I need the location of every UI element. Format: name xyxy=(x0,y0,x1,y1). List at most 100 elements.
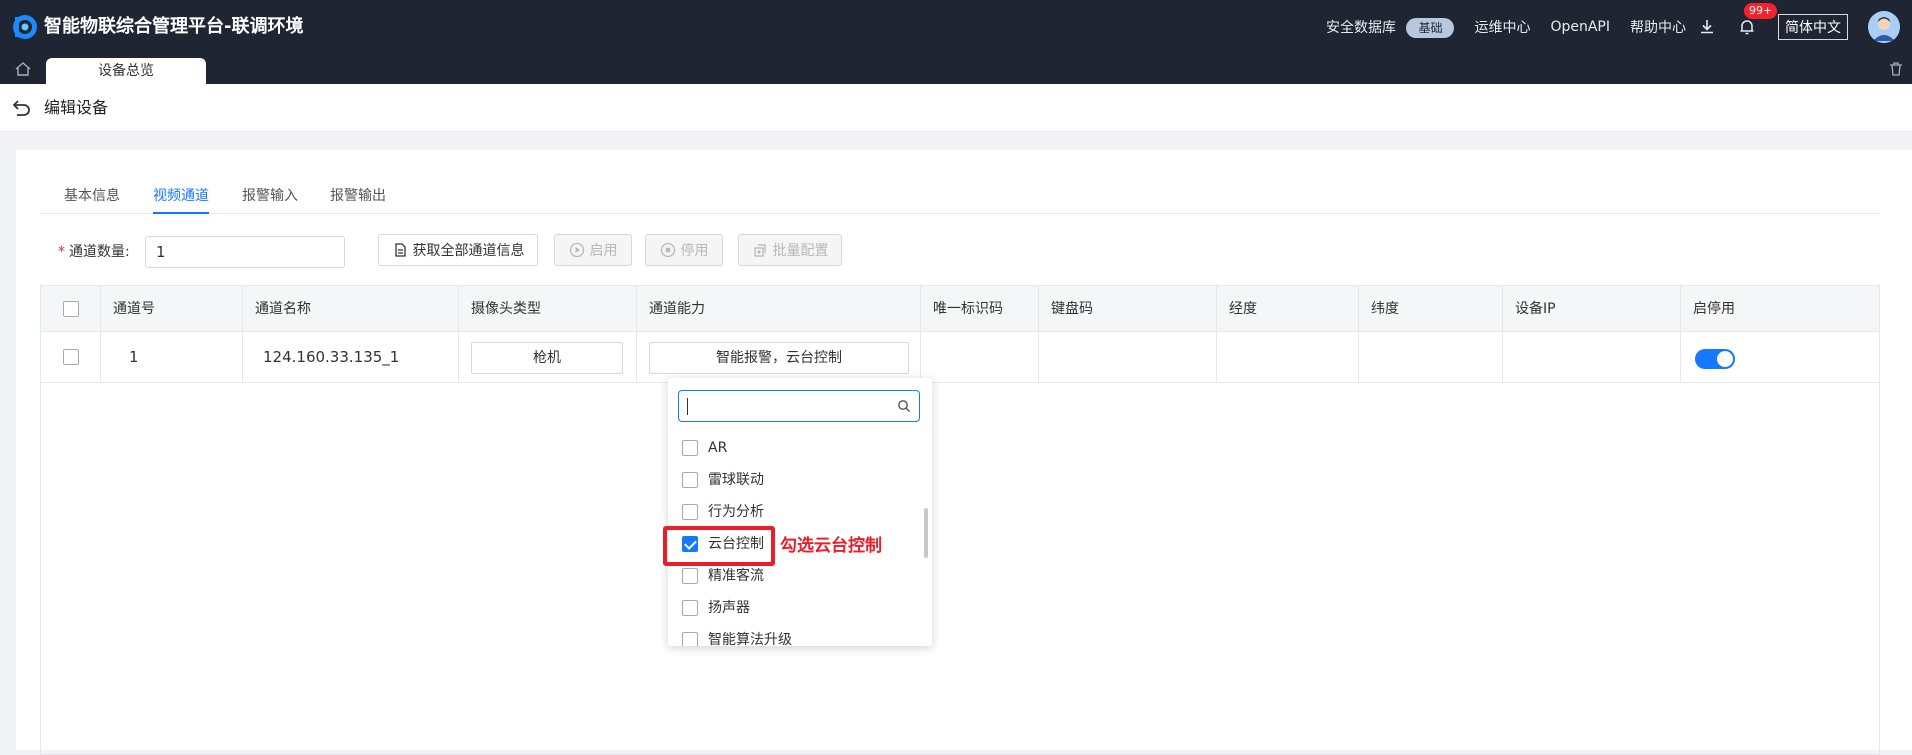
option-label: AR xyxy=(708,440,728,456)
user-avatar[interactable] xyxy=(1868,11,1900,43)
cell-capability: 智能报警，云台控制 xyxy=(637,332,921,383)
row-select-cell xyxy=(41,332,101,383)
header-latitude: 纬度 xyxy=(1359,286,1503,332)
tab-alarm-output[interactable]: 报警输出 xyxy=(330,178,386,214)
option-label: 扬声器 xyxy=(708,600,750,616)
option-algorithm-upgrade[interactable]: 智能算法升级 xyxy=(682,628,792,646)
option-speaker[interactable]: 扬声器 xyxy=(682,596,750,620)
option-checkbox[interactable] xyxy=(682,632,698,646)
download-button[interactable] xyxy=(1698,17,1718,37)
disable-label: 停用 xyxy=(680,243,709,259)
dropdown-scrollbar[interactable] xyxy=(924,508,928,558)
option-radar-ball-linkage[interactable]: 雷球联动 xyxy=(682,468,764,492)
app-title: 智能物联综合管理平台-联调环境 xyxy=(44,16,304,37)
annotation-highlight-box xyxy=(663,526,775,566)
cell-device-ip xyxy=(1503,332,1681,383)
cell-keyboard-code xyxy=(1039,332,1217,383)
security-db-badge: 基础 xyxy=(1406,17,1455,38)
security-db-indicator[interactable]: 安全数据库 基础 xyxy=(1325,17,1455,38)
required-mark: * xyxy=(58,244,65,260)
disable-button[interactable]: 停用 xyxy=(645,234,723,266)
header-enabled: 启停用 xyxy=(1693,301,1735,317)
fetch-all-channels-label: 获取全部通道信息 xyxy=(412,243,525,259)
table-row: 1 124.160.33.135_1 枪机 智能报警，云台控制 xyxy=(41,332,1879,383)
option-ar[interactable]: AR xyxy=(682,436,727,460)
option-checkbox[interactable] xyxy=(682,600,698,616)
header-capability: 通道能力 xyxy=(637,286,921,332)
option-checkbox[interactable] xyxy=(682,440,698,456)
bell-icon xyxy=(1740,20,1754,35)
batch-config-icon xyxy=(753,244,766,257)
tab-alarm-input[interactable]: 报警输入 xyxy=(242,178,298,214)
option-label: 行为分析 xyxy=(708,504,764,520)
channel-count-label: * 通道数量: xyxy=(58,234,130,270)
toggle-knob xyxy=(1717,351,1733,367)
enable-button[interactable]: 启用 xyxy=(554,234,632,266)
edit-device-tabs: 基本信息 视频通道 报警输入 报警输出 xyxy=(40,178,1880,214)
tab-device-overview[interactable]: 设备总览 xyxy=(46,58,206,84)
option-checkbox[interactable] xyxy=(682,568,698,584)
edit-device-card: 基本信息 视频通道 报警输入 报警输出 * 通道数量: 1 获取全部通道信息 启用 xyxy=(16,150,1912,755)
ops-center-link[interactable]: 运维中心 xyxy=(1474,17,1530,37)
trash-icon[interactable] xyxy=(1888,61,1904,77)
capability-select[interactable]: 智能报警，云台控制 xyxy=(649,342,909,374)
stop-circle-icon xyxy=(660,242,675,258)
row-checkbox[interactable] xyxy=(63,349,79,365)
tab-video-channel[interactable]: 视频通道 xyxy=(153,178,209,214)
cell-longitude xyxy=(1217,332,1359,383)
search-icon xyxy=(898,400,910,412)
header-camera-type: 摄像头类型 xyxy=(459,286,637,332)
header-unique-id: 唯一标识码 xyxy=(921,286,1039,332)
channel-count-input[interactable]: 1 xyxy=(145,236,345,268)
batch-config-button[interactable]: 批量配置 xyxy=(738,234,842,266)
page-tabbar: 设备总览 xyxy=(0,54,1912,84)
option-precise-passenger-flow[interactable]: 精准客流 xyxy=(682,564,764,588)
header-channel-name: 通道名称 xyxy=(243,286,459,332)
cell-unique-id xyxy=(921,332,1039,383)
download-icon xyxy=(1701,20,1713,34)
header-keyboard-code: 键盘码 xyxy=(1039,286,1217,332)
channel-table: 通道号 通道名称 摄像头类型 通道能力 唯一标识码 键盘码 经度 纬度 设备IP… xyxy=(40,285,1880,755)
channel-count-label-text: 通道数量: xyxy=(69,244,130,260)
channel-no-text: 1 xyxy=(129,348,139,366)
open-api-link[interactable]: OpenAPI xyxy=(1550,19,1610,35)
app-logo-icon xyxy=(13,15,37,39)
header-device-ip: 设备IP xyxy=(1503,286,1681,332)
play-circle-icon xyxy=(569,242,584,258)
page-header: 编辑设备 xyxy=(0,84,1912,132)
security-db-label: 安全数据库 xyxy=(1325,19,1396,36)
option-label: 雷球联动 xyxy=(708,472,764,488)
cell-enabled xyxy=(1681,332,1879,383)
page-title: 编辑设备 xyxy=(44,98,109,117)
enable-toggle[interactable] xyxy=(1695,349,1735,369)
notification-button[interactable]: 99+ xyxy=(1738,3,1778,37)
document-icon xyxy=(394,243,406,257)
topbar-actions: 安全数据库 基础 运维中心 OpenAPI 帮助中心 99+ 简体中文 xyxy=(1326,0,1912,54)
header-channel-no: 通道号 xyxy=(101,286,243,332)
camera-type-select[interactable]: 枪机 xyxy=(471,342,623,374)
select-all-checkbox[interactable] xyxy=(63,301,79,317)
batch-config-label: 批量配置 xyxy=(772,243,829,259)
text-caret xyxy=(687,398,688,415)
channel-toolbar: * 通道数量: 1 获取全部通道信息 启用 停用 批量配置 xyxy=(40,234,1880,270)
tab-basic-info[interactable]: 基本信息 xyxy=(64,178,120,214)
help-center-link[interactable]: 帮助中心 xyxy=(1630,17,1686,37)
capability-dropdown: AR 雷球联动 行为分析 云台控制 精准客流 扬声器 智能算法升级 xyxy=(668,378,932,646)
cell-latitude xyxy=(1359,332,1503,383)
language-switcher[interactable]: 简体中文 xyxy=(1778,14,1848,40)
fetch-all-channels-button[interactable]: 获取全部通道信息 xyxy=(378,234,538,266)
header-select-all-cell xyxy=(41,286,101,332)
option-label: 智能算法升级 xyxy=(708,632,792,646)
user-avatar-icon xyxy=(1868,11,1900,43)
option-label: 精准客流 xyxy=(708,568,764,584)
option-checkbox[interactable] xyxy=(682,472,698,488)
capability-search-input[interactable] xyxy=(678,390,920,422)
back-icon[interactable] xyxy=(12,98,32,118)
cell-camera-type: 枪机 xyxy=(459,332,637,383)
enable-label: 启用 xyxy=(589,243,618,259)
top-navbar: 智能物联综合管理平台-联调环境 安全数据库 基础 运维中心 OpenAPI 帮助… xyxy=(0,0,1912,54)
option-checkbox[interactable] xyxy=(682,504,698,520)
header-longitude: 经度 xyxy=(1217,286,1359,332)
option-behavior-analysis[interactable]: 行为分析 xyxy=(682,500,764,524)
home-icon[interactable] xyxy=(14,61,32,77)
